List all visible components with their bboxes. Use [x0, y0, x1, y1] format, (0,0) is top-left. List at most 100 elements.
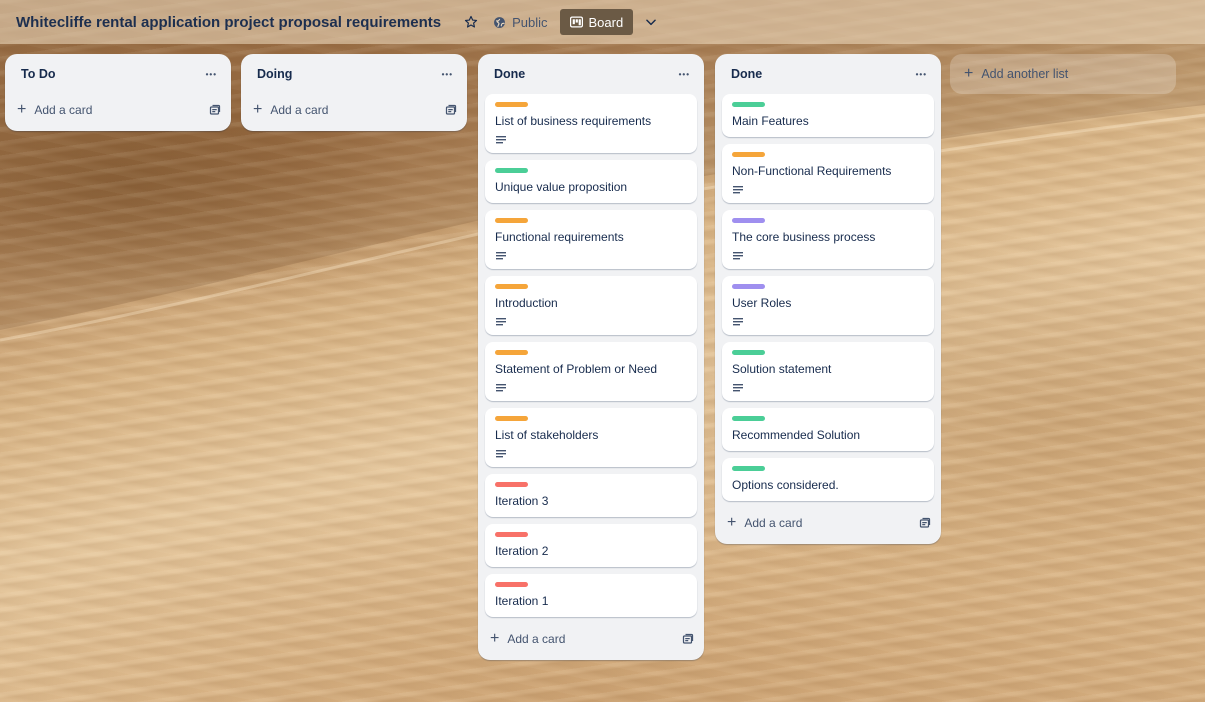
card-label[interactable] [495, 582, 528, 587]
add-card-label: Add a card [507, 632, 566, 646]
visibility-button[interactable]: Public [485, 8, 555, 36]
card[interactable]: Non-Functional Requirements [722, 144, 934, 203]
card-title: The core business process [732, 230, 876, 244]
card[interactable]: Functional requirements [485, 210, 697, 269]
description-icon [496, 136, 506, 144]
list-title[interactable]: Done [494, 67, 525, 81]
card-title: List of stakeholders [495, 428, 599, 442]
card-title: Iteration 3 [495, 494, 549, 508]
card-list: List of business requirements Unique valu… [478, 94, 704, 617]
plus-icon: + [253, 101, 263, 118]
card-template-icon[interactable] [445, 104, 457, 116]
card-label[interactable] [495, 168, 528, 173]
plus-icon: + [17, 101, 27, 118]
card[interactable]: Iteration 3 [485, 474, 697, 517]
star-icon [464, 15, 478, 28]
chevron-down-icon [646, 19, 657, 26]
card-label[interactable] [732, 350, 765, 355]
board-header: Whitecliffe rental application project p… [0, 0, 1205, 44]
list-menu-icon[interactable]: ••• [677, 70, 692, 79]
card[interactable]: Solution statement [722, 342, 934, 401]
card-label[interactable] [732, 466, 765, 471]
add-card-left: + Add a card [727, 515, 802, 531]
card[interactable]: Statement of Problem or Need [485, 342, 697, 401]
card-label[interactable] [732, 102, 765, 107]
card-label[interactable] [495, 416, 528, 421]
add-card-button[interactable]: + Add a card [478, 624, 704, 654]
description-icon [733, 318, 743, 326]
list-title[interactable]: Doing [257, 67, 292, 81]
add-card-left: + Add a card [490, 630, 566, 647]
description-icon [496, 450, 506, 458]
card[interactable]: Options considered. [722, 458, 934, 501]
card[interactable]: User Roles [722, 276, 934, 335]
description-icon [733, 384, 743, 392]
board-title[interactable]: Whitecliffe rental application project p… [16, 14, 441, 31]
card-title: Statement of Problem or Need [495, 362, 658, 376]
card-template-icon[interactable] [919, 517, 931, 529]
add-card-button[interactable]: + Add a card [5, 95, 231, 125]
card-title: Iteration 1 [495, 594, 549, 608]
card-title: Functional requirements [495, 230, 624, 244]
plus-icon: + [490, 630, 500, 647]
list: Done ••• Main Features Non-Functional Requi… [715, 54, 941, 544]
card[interactable]: Recommended Solution [722, 408, 934, 451]
add-card-label: Add a card [34, 103, 93, 117]
card[interactable]: Iteration 1 [485, 574, 697, 617]
board-view-button[interactable]: Board [559, 9, 634, 35]
description-icon [496, 252, 506, 260]
star-button[interactable] [457, 8, 485, 36]
description-icon [733, 186, 743, 194]
add-card-button[interactable]: + Add a card [241, 95, 467, 125]
card-label[interactable] [495, 532, 528, 537]
card-label[interactable] [732, 284, 765, 289]
card-title: Recommended Solution [732, 428, 861, 442]
card[interactable]: Introduction [485, 276, 697, 335]
card[interactable]: The core business process [722, 210, 934, 269]
list: Done ••• List of business requirements Uniq… [478, 54, 704, 660]
globe-icon [494, 16, 505, 28]
list-header: To Do ••• [5, 54, 231, 94]
plus-icon: + [964, 65, 974, 82]
card[interactable]: Main Features [722, 94, 934, 137]
list-menu-icon[interactable]: ••• [204, 70, 219, 79]
card-label[interactable] [495, 102, 528, 107]
card-template-icon[interactable] [682, 633, 694, 645]
add-card-label: Add a card [270, 103, 329, 117]
card[interactable]: List of business requirements [485, 94, 697, 153]
add-list-label: Add another list [981, 67, 1069, 81]
board-view-label: Board [588, 14, 624, 30]
card[interactable]: List of stakeholders [485, 408, 697, 467]
card-template-icon[interactable] [209, 104, 221, 116]
add-card-left: + Add a card [17, 101, 93, 118]
card-label[interactable] [732, 416, 765, 421]
visibility-label: Public [512, 14, 548, 30]
card-title: Unique value proposition [495, 180, 628, 194]
card-title: Options considered. [732, 478, 839, 492]
description-icon [496, 384, 506, 392]
card-label[interactable] [732, 152, 765, 157]
card[interactable]: Unique value proposition [485, 160, 697, 203]
view-switcher-button[interactable] [637, 8, 665, 36]
list-menu-icon[interactable]: ••• [914, 70, 929, 79]
list-menu-icon[interactable]: ••• [440, 70, 455, 79]
description-icon [496, 318, 506, 326]
board-view-icon [569, 16, 583, 28]
card-title: Introduction [495, 296, 558, 310]
card-label[interactable] [495, 284, 528, 289]
list: To Do ••• + Add a card [5, 54, 231, 131]
card-label[interactable] [495, 482, 528, 487]
list-title[interactable]: Done [731, 67, 762, 81]
card-label[interactable] [732, 218, 765, 223]
card-title: Main Features [732, 114, 809, 128]
add-card-left: + Add a card [253, 101, 329, 118]
description-icon [733, 252, 743, 260]
list-title[interactable]: To Do [21, 67, 55, 81]
add-card-button[interactable]: + Add a card [715, 508, 941, 538]
card-label[interactable] [495, 218, 528, 223]
card[interactable]: Iteration 2 [485, 524, 697, 567]
card-title: Non-Functional Requirements [732, 164, 892, 178]
card-title: Iteration 2 [495, 544, 549, 558]
card-label[interactable] [495, 350, 528, 355]
add-list-button[interactable]: + Add another list [950, 54, 1176, 94]
